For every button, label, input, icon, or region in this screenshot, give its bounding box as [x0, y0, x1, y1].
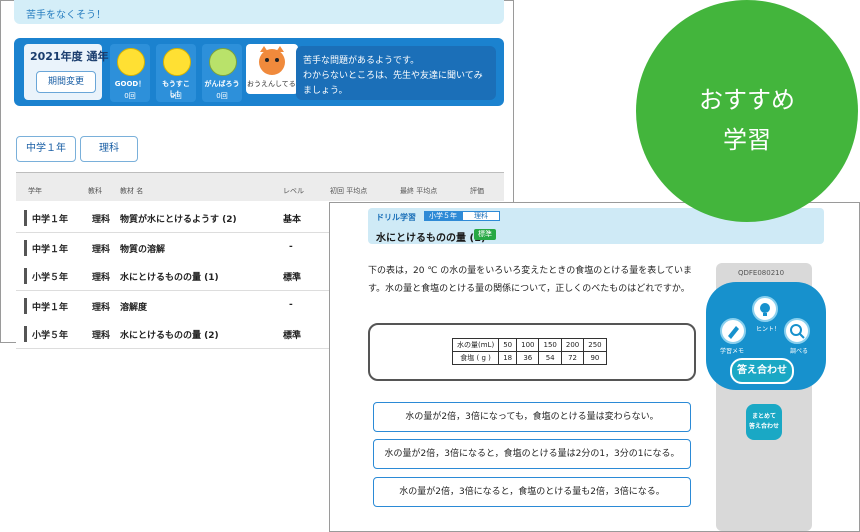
cell-level: 基本 — [283, 215, 302, 225]
cell-level: - — [289, 242, 293, 252]
drill-label: ドリル学習 — [376, 213, 416, 222]
cell-subject: 理科 — [92, 215, 111, 225]
level-badge: 標準 — [474, 229, 496, 240]
smiley-icon — [117, 48, 145, 76]
col-last-avg: 最終 平均点 — [400, 187, 438, 195]
choice-2[interactable]: 水の量が2倍，3倍になると，食塩のとける量は2分の1，3分の1になる。 — [373, 439, 691, 469]
table-cell: 36 — [516, 351, 540, 365]
cell-subject: 理科 — [92, 331, 111, 341]
drill-title: 水にとけるものの量 (1) — [376, 233, 486, 244]
row-marker — [24, 326, 27, 342]
face-good: GOOD！ 0回 — [110, 44, 150, 102]
hint-label: ヒント！ — [756, 326, 781, 333]
cell-level: 標準 — [283, 331, 302, 341]
cell-level: - — [289, 300, 293, 310]
face-more: もうすこし！ 0回 — [156, 44, 196, 102]
back-banner: 苦手をなくそう！ — [14, 0, 504, 24]
col-grade: 学年 — [28, 187, 42, 195]
table-cell: 50 — [498, 338, 518, 352]
col-name: 教材 名 — [120, 187, 144, 195]
row-marker — [24, 268, 27, 284]
search-label: 調べる — [790, 348, 809, 355]
cell-grade: 小学５年 — [32, 273, 69, 283]
cell-name: 物質の溶解 — [120, 245, 166, 255]
cell-subject: 理科 — [92, 273, 111, 283]
table-cell: 250 — [583, 338, 607, 352]
col-rating: 評価 — [470, 187, 484, 195]
cell-grade: 中学１年 — [32, 245, 69, 255]
smiley-icon — [163, 48, 191, 76]
face-count: 0回 — [124, 92, 136, 100]
badge-line1: おすすめ — [699, 86, 795, 114]
cell-subject: 理科 — [92, 303, 111, 313]
mascot-icon — [259, 46, 285, 75]
cell-name: 物質が水にとけるようす (2) — [120, 215, 237, 225]
batch-line: まとめて — [751, 413, 776, 420]
col-subject: 教科 — [88, 187, 102, 195]
search-button[interactable] — [784, 318, 810, 344]
row-marker — [24, 210, 27, 226]
year-label: 2021年度 通年 — [30, 50, 109, 63]
face-label: がんばろう — [204, 80, 240, 88]
pencil-icon — [728, 326, 739, 339]
face-count: 0回 — [216, 92, 228, 100]
cell-name: 水にとけるものの量 (1) — [120, 273, 219, 283]
table-cell: 72 — [560, 351, 585, 365]
cell-level: 標準 — [283, 273, 302, 283]
face-label: GOOD！ — [114, 80, 146, 88]
question-text: 下の表は，20 ℃ の水の量をいろいろ変えたときの食塩のとける量を表しています。… — [368, 266, 693, 294]
speech-line: 苦手な問題があるようです。 — [303, 56, 420, 66]
table-cell: 200 — [560, 338, 585, 352]
col-first-avg: 初回 平均点 — [330, 187, 368, 195]
batch-line: 答え合わせ — [748, 423, 779, 430]
table-cell: 食塩 ( g ) — [451, 351, 500, 365]
table-cell: 54 — [538, 351, 562, 365]
hint-button[interactable] — [752, 296, 778, 322]
cell-grade: 中学１年 — [32, 303, 69, 313]
search-icon — [790, 324, 805, 339]
smiley-icon — [209, 48, 237, 76]
table-cell: 90 — [583, 351, 607, 365]
cell-name: 溶解度 — [120, 303, 148, 313]
speech-line: わからないところは、先生や友達に聞いてみましょう。 — [303, 71, 483, 96]
cell-grade: 中学１年 — [32, 215, 69, 225]
face-count: 0回 — [170, 92, 182, 100]
cell-subject: 理科 — [92, 245, 111, 255]
badge-line2: 学習 — [723, 126, 771, 154]
data-table: 水の量(mL) 50 100 150 200 250 食塩 ( g ) 18 3… — [451, 338, 607, 365]
table-cell: 150 — [538, 338, 562, 352]
tab-subject[interactable]: 理科 — [80, 136, 138, 162]
cell-grade: 小学５年 — [32, 331, 69, 341]
question-id: QDFE080210 — [738, 269, 785, 277]
face-try: がんばろう 0回 — [202, 44, 242, 102]
table-cell: 18 — [498, 351, 518, 365]
memo-label: 学習メモ — [720, 348, 745, 355]
col-level: レベル — [283, 187, 304, 195]
tab-grade[interactable]: 中学１年 — [16, 136, 76, 162]
choice-3[interactable]: 水の量が2倍，3倍になると，食塩のとける量も2倍，3倍になる。 — [373, 477, 691, 507]
memo-button[interactable] — [720, 318, 746, 344]
row-marker — [24, 240, 27, 256]
choice-1[interactable]: 水の量が2倍，3倍になっても，食塩のとける量は変わらない。 — [373, 402, 691, 432]
cell-name: 水にとけるものの量 (2) — [120, 331, 219, 341]
row-marker — [24, 298, 27, 314]
mascot-label: おうえんしてるよ — [247, 80, 303, 88]
subject-tag: 理科 — [462, 211, 500, 221]
speech-text: 苦手な問題があるようです。わからないところは、先生や友達に聞いてみましょう。 — [303, 54, 489, 99]
table-cell: 水の量(mL) — [451, 338, 500, 352]
grade-tag: 小学５年 — [424, 211, 462, 221]
banner-text: 苦手をなくそう！ — [26, 10, 106, 21]
batch-answer-button[interactable]: まとめて 答え合わせ — [746, 404, 782, 440]
period-change-button[interactable]: 期間変更 — [36, 71, 96, 93]
table-cell: 100 — [516, 338, 540, 352]
answer-button[interactable]: 答え合わせ — [730, 358, 794, 384]
lightbulb-icon — [760, 303, 770, 316]
